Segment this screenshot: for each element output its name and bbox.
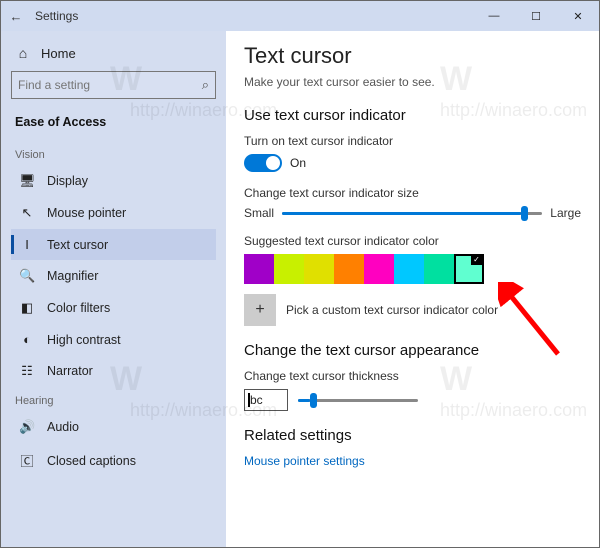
color-swatch-1[interactable]	[274, 254, 304, 284]
content-pane: Text cursor Make your text cursor easier…	[226, 31, 599, 547]
section-related-heading: Related settings	[244, 427, 581, 444]
sidebar-item-label: Narrator	[47, 364, 93, 378]
closed-captions-icon: 🄲	[19, 451, 35, 470]
size-slider-row: Small Large	[244, 206, 581, 220]
toggle-label: Turn on text cursor indicator	[244, 134, 581, 148]
window-title: Settings	[31, 9, 473, 23]
color-label: Suggested text cursor indicator color	[244, 234, 581, 248]
color-swatch-2[interactable]	[304, 254, 334, 284]
display-icon: 🖥	[19, 173, 35, 189]
sidebar-group-hearing: Hearing	[11, 387, 216, 411]
size-large-label: Large	[550, 206, 581, 220]
color-swatch-7[interactable]	[454, 254, 484, 284]
sidebar-item-label: Audio	[47, 420, 79, 434]
home-label: Home	[41, 46, 76, 61]
indicator-toggle-row: On	[244, 154, 581, 172]
audio-icon: 🔊	[19, 419, 35, 435]
magnifier-icon: 🔍	[19, 268, 35, 284]
preview-text: bc	[250, 393, 263, 407]
color-filters-icon: ◧	[19, 300, 35, 316]
search-icon: ⌕	[202, 77, 209, 93]
size-slider-thumb[interactable]	[521, 206, 528, 221]
thickness-preview: bc	[244, 389, 288, 411]
sidebar-item-magnifier[interactable]: 🔍 Magnifier	[11, 260, 216, 292]
sidebar-item-closed-captions[interactable]: 🄲 Closed captions	[11, 443, 216, 478]
close-button[interactable]: ✕	[557, 1, 599, 31]
plus-icon[interactable]: +	[244, 294, 276, 326]
page-title: Text cursor	[244, 43, 581, 69]
sidebar-item-high-contrast[interactable]: ◐ High contrast	[11, 324, 216, 355]
size-slider[interactable]	[282, 212, 542, 215]
search-input[interactable]: ⌕	[11, 71, 216, 99]
section-appearance-heading: Change the text cursor appearance	[244, 342, 581, 359]
toggle-state: On	[290, 156, 306, 170]
maximize-button[interactable]: ☐	[515, 1, 557, 31]
back-arrow-icon[interactable]: ←	[1, 1, 31, 31]
custom-color-label: Pick a custom text cursor indicator colo…	[286, 303, 498, 317]
section-indicator-heading: Use text cursor indicator	[244, 107, 581, 124]
indicator-toggle[interactable]	[244, 154, 282, 172]
titlebar: ← Settings — ☐ ✕	[1, 1, 599, 31]
sidebar-item-text-cursor[interactable]: I Text cursor	[11, 229, 216, 260]
home-icon: ⌂	[15, 45, 31, 61]
thickness-label: Change text cursor thickness	[244, 369, 581, 383]
related-link-mouse-pointer[interactable]: Mouse pointer settings	[244, 454, 581, 468]
sidebar-item-label: Magnifier	[47, 269, 98, 283]
color-swatch-4[interactable]	[364, 254, 394, 284]
sidebar-item-label: Mouse pointer	[47, 206, 126, 220]
size-small-label: Small	[244, 206, 274, 220]
narrator-icon: ☷	[19, 363, 35, 379]
thickness-slider-fill	[298, 399, 310, 402]
color-swatches	[244, 254, 581, 284]
sidebar-item-audio[interactable]: 🔊 Audio	[11, 411, 216, 443]
size-label: Change text cursor indicator size	[244, 186, 581, 200]
sidebar-item-label: Color filters	[47, 301, 110, 315]
sidebar-item-color-filters[interactable]: ◧ Color filters	[11, 292, 216, 324]
settings-window: ← Settings — ☐ ✕ ⌂ Home ⌕ Ease of Access…	[0, 0, 600, 548]
sidebar-item-label: High contrast	[47, 333, 121, 347]
thickness-slider[interactable]	[298, 399, 418, 402]
sidebar: ⌂ Home ⌕ Ease of Access Vision 🖥 Display…	[1, 31, 226, 547]
thickness-slider-thumb[interactable]	[310, 393, 317, 408]
thickness-row: bc	[244, 389, 581, 411]
window-controls: — ☐ ✕	[473, 1, 599, 31]
color-swatch-5[interactable]	[394, 254, 424, 284]
size-slider-fill	[282, 212, 521, 215]
high-contrast-icon: ◐	[19, 332, 35, 347]
sidebar-group-vision: Vision	[11, 141, 216, 165]
color-swatch-3[interactable]	[334, 254, 364, 284]
search-field[interactable]	[18, 78, 202, 92]
sidebar-item-mouse-pointer[interactable]: ↖ Mouse pointer	[11, 197, 216, 229]
window-body: ⌂ Home ⌕ Ease of Access Vision 🖥 Display…	[1, 31, 599, 547]
color-swatch-6[interactable]	[424, 254, 454, 284]
sidebar-item-narrator[interactable]: ☷ Narrator	[11, 355, 216, 387]
sidebar-item-display[interactable]: 🖥 Display	[11, 165, 216, 197]
mouse-pointer-icon: ↖	[19, 205, 35, 221]
sidebar-item-label: Closed captions	[47, 454, 136, 468]
sidebar-item-label: Display	[47, 174, 88, 188]
minimize-button[interactable]: —	[473, 1, 515, 31]
text-cursor-icon: I	[19, 237, 35, 252]
sidebar-section-title: Ease of Access	[11, 113, 216, 141]
page-subtitle: Make your text cursor easier to see.	[244, 75, 581, 89]
toggle-knob	[266, 156, 280, 170]
color-swatch-0[interactable]	[244, 254, 274, 284]
sidebar-item-home[interactable]: ⌂ Home	[11, 39, 216, 71]
sidebar-item-label: Text cursor	[47, 238, 108, 252]
custom-color-row[interactable]: + Pick a custom text cursor indicator co…	[244, 294, 581, 326]
